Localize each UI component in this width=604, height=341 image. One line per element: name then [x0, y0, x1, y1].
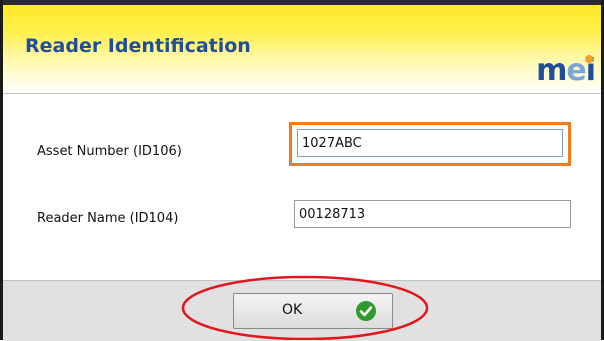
logo-dot: [585, 55, 593, 63]
mei-logo: mei: [536, 53, 596, 89]
ok-button[interactable]: OK: [233, 293, 393, 329]
logo-letter-m: m: [536, 53, 567, 88]
asset-number-field[interactable]: [297, 129, 563, 157]
dialog-header: Reader Identification mei: [3, 5, 601, 94]
asset-number-label: Asset Number (ID106): [37, 144, 182, 159]
reader-name-label: Reader Name (ID104): [37, 211, 179, 226]
check-circle-icon: [356, 301, 376, 321]
reader-name-field[interactable]: [294, 200, 571, 228]
logo-letter-e: e: [566, 53, 586, 88]
dialog-title: Reader Identification: [25, 35, 251, 57]
reader-identification-dialog: Reader Identification mei Asset Number (…: [0, 0, 604, 341]
ok-button-label: OK: [282, 302, 303, 318]
